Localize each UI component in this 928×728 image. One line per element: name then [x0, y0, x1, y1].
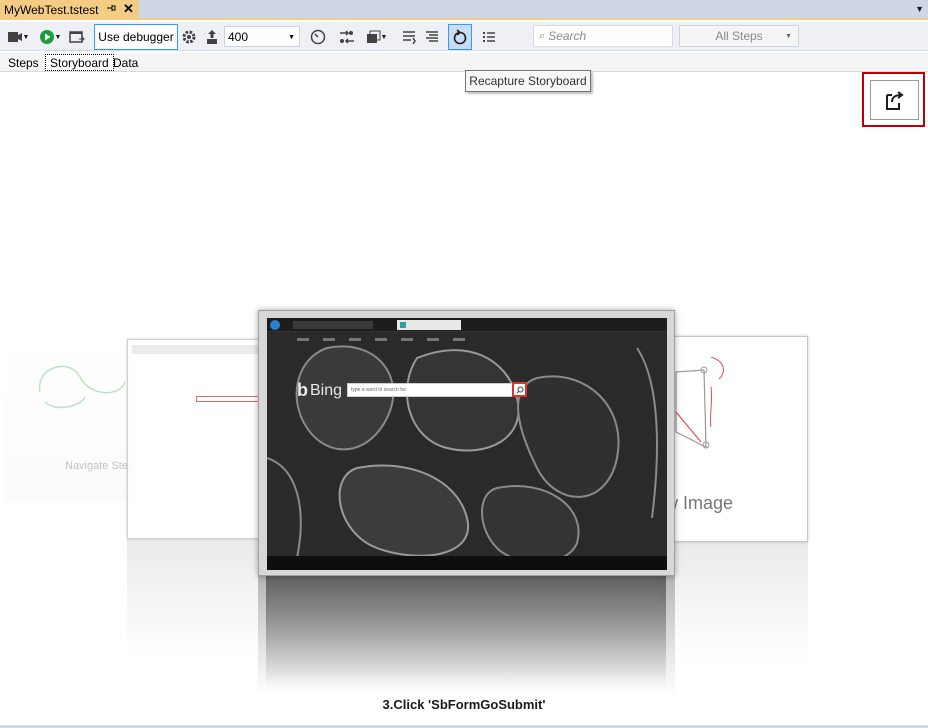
text-wrap-icon: [403, 31, 416, 44]
close-icon[interactable]: ✕: [123, 1, 134, 17]
storyboard-stage: Navigate Step w Image b Bing type a word…: [0, 73, 928, 728]
steps-filter-value: All Steps: [715, 29, 763, 43]
search-input[interactable]: ⌕ Search: [533, 25, 673, 47]
left-card-reflection: [127, 539, 269, 659]
highlighted-element-box: [196, 396, 266, 402]
data-source-button[interactable]: ▼: [362, 26, 390, 48]
settings-button[interactable]: [180, 26, 198, 48]
tab-list-dropdown-icon[interactable]: ▼: [915, 4, 924, 14]
browser-toolbar: [267, 318, 667, 332]
bing-tab-icon: [400, 322, 406, 328]
align-icon: [426, 31, 438, 42]
right-card-reflection: [660, 542, 808, 662]
element-mapping-button[interactable]: [337, 26, 357, 48]
main-reflection-image: [266, 576, 666, 686]
missing-image-illustration: [675, 357, 724, 449]
chevron-down-icon[interactable]: ▼: [288, 34, 295, 41]
bing-go-submit: [512, 382, 527, 397]
captured-screenshot: b Bing type a word to search for: [267, 318, 667, 570]
gear-icon: [182, 30, 196, 44]
bing-search-input: type a word to search for: [347, 383, 513, 397]
storyboard-card-far-left[interactable]: Navigate Step: [5, 342, 135, 502]
browser-address-bar: [293, 321, 373, 329]
chevron-down-icon[interactable]: ▼: [785, 33, 792, 40]
bing-footer: [267, 556, 667, 570]
zoom-value: 400: [228, 29, 249, 44]
chevron-down-icon[interactable]: ▼: [55, 34, 62, 41]
mini-browser-bar: [132, 345, 262, 354]
document-tab-title: MyWebTest.tstest: [4, 3, 99, 17]
chevron-down-icon[interactable]: ▼: [381, 34, 388, 41]
toolbar: ▼ ▼ Use debugger 400 ▼ ▼ ⌕ Search All St…: [0, 22, 928, 51]
document-tab-bar: MyWebTest.tstest ✕ ▼: [0, 0, 928, 20]
play-icon: [39, 30, 54, 44]
browser-back-icon: [270, 320, 280, 330]
storyboard-card-current[interactable]: b Bing type a word to search for: [258, 310, 675, 576]
storyboard-step-caption: 3.Click 'SbFormGoSubmit': [382, 697, 546, 712]
bing-logo-text: Bing: [310, 381, 343, 399]
search-icon: [516, 386, 523, 393]
document-tab[interactable]: MyWebTest.tstest ✕: [0, 0, 139, 20]
window-icon: [69, 31, 85, 43]
search-icon: ⌕: [539, 29, 546, 42]
bing-nav: [267, 332, 667, 350]
chevron-down-icon[interactable]: ▼: [23, 34, 30, 41]
left-card-label: Navigate Step: [65, 460, 135, 472]
list-view-button[interactable]: [480, 26, 498, 48]
main-card-reflection: [258, 576, 675, 696]
camera-icon: [7, 32, 22, 42]
recapture-storyboard-button[interactable]: [448, 24, 472, 50]
browser-tab: [397, 320, 461, 330]
use-debugger-button[interactable]: Use debugger: [94, 24, 178, 50]
database-icon: [366, 30, 381, 43]
bing-logo: b Bing: [297, 380, 342, 401]
storyboard-card-next[interactable]: w Image: [660, 336, 808, 542]
bing-b-icon: b: [297, 380, 308, 400]
align-button[interactable]: [423, 26, 441, 48]
view-tab-strip: Steps Storyboard Data: [0, 53, 928, 72]
record-button[interactable]: ▼: [3, 26, 33, 48]
run-in-browser-button[interactable]: [68, 26, 86, 48]
run-button[interactable]: ▼: [35, 26, 65, 48]
search-placeholder: Search: [548, 29, 587, 43]
tab-steps[interactable]: Steps: [4, 54, 43, 71]
timer-button[interactable]: [308, 26, 328, 48]
upload-icon: [207, 30, 217, 44]
toggle-breakpoint-button[interactable]: [400, 26, 418, 48]
steps-filter-combo[interactable]: All Steps ▼: [679, 25, 799, 47]
tab-data[interactable]: Data: [109, 54, 142, 71]
zoom-combo[interactable]: 400 ▼: [224, 26, 300, 47]
recapture-icon: [453, 29, 467, 45]
navigate-illustration: [38, 365, 126, 409]
upload-button[interactable]: [204, 26, 220, 48]
bing-search-placeholder: type a word to search for: [351, 387, 407, 393]
mapping-icon: [340, 30, 354, 44]
clock-icon: [310, 29, 326, 45]
tab-storyboard[interactable]: Storyboard: [45, 54, 114, 71]
pin-icon[interactable]: [106, 3, 116, 16]
stone-background: [267, 332, 667, 570]
storyboard-card-previous[interactable]: [127, 339, 269, 539]
list-icon: [483, 32, 495, 42]
bing-nav-links: [297, 338, 465, 341]
right-card-label: w Image: [665, 493, 734, 513]
